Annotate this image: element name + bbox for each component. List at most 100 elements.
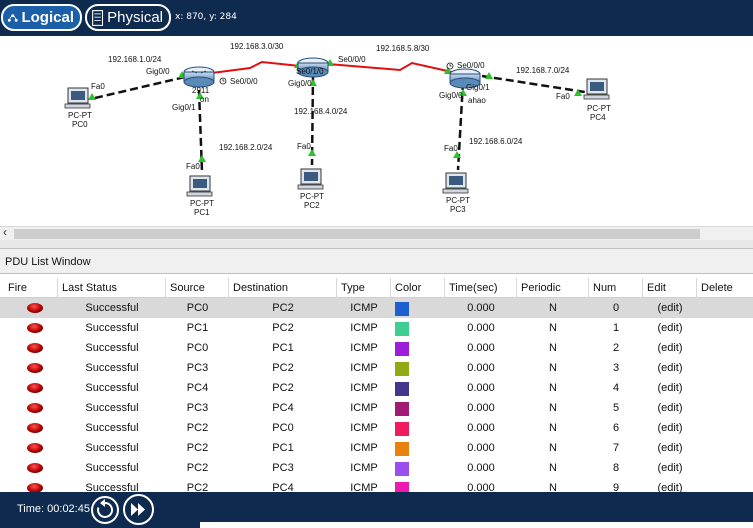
row-periodic: N: [549, 462, 557, 474]
column-header-periodic[interactable]: Periodic: [517, 278, 589, 298]
pc-type-label: PC-PT: [300, 192, 324, 201]
pc-icon[interactable]: [583, 78, 610, 100]
pc-name-label: PC4: [590, 113, 606, 122]
fire-button-icon[interactable]: [27, 383, 43, 393]
fast-forward-button[interactable]: [123, 494, 154, 525]
router-model-label: 2911: [192, 86, 210, 95]
interface-label: Gig0/1: [466, 83, 490, 92]
row-edit-link[interactable]: (edit): [643, 378, 697, 398]
column-header-destination[interactable]: Destination: [229, 278, 337, 298]
row-edit-link[interactable]: (edit): [643, 458, 697, 478]
color-swatch: [395, 322, 409, 336]
pc-icon[interactable]: [64, 87, 91, 109]
fire-button-icon[interactable]: [27, 403, 43, 413]
table-row[interactable]: Successful PC0 PC2 ICMP 0.000 N 0 (edit): [0, 298, 753, 318]
table-row[interactable]: Successful PC3 PC4 ICMP 0.000 N 5 (edit): [0, 398, 753, 418]
fire-button-icon[interactable]: [27, 343, 43, 353]
table-row[interactable]: Successful PC2 PC0 ICMP 0.000 N 6 (edit): [0, 418, 753, 438]
panel-divider[interactable]: [0, 240, 753, 248]
row-edit-link[interactable]: (edit): [643, 298, 697, 318]
pc-name-label: PC0: [72, 120, 88, 129]
row-type: ICMP: [350, 302, 378, 314]
row-destination: PC3: [272, 462, 294, 474]
row-source: PC2: [186, 422, 209, 434]
link-pc0-r1[interactable]: [94, 75, 186, 100]
row-num: 5: [612, 402, 620, 414]
scroll-left-icon[interactable]: ‹: [3, 225, 7, 239]
row-edit-link[interactable]: (edit): [643, 318, 697, 338]
column-header-type[interactable]: Type: [337, 278, 391, 298]
row-edit-link[interactable]: (edit): [643, 478, 697, 492]
reset-simulation-button[interactable]: [91, 496, 119, 524]
row-edit-link[interactable]: (edit): [643, 438, 697, 458]
link-up-indicator: [198, 155, 206, 162]
table-row[interactable]: Successful PC1 PC2 ICMP 0.000 N 1 (edit): [0, 318, 753, 338]
mode-toolbar: Logical Physical x: 870, y: 284: [0, 0, 753, 36]
row-source: PC4: [186, 382, 209, 394]
row-last-status: Successful: [85, 362, 139, 374]
logical-workspace[interactable]: 192.168.1.0/24 192.168.3.0/30 192.168.5.…: [0, 36, 753, 226]
table-row[interactable]: Successful PC3 PC2 ICMP 0.000 N 3 (edit): [0, 358, 753, 378]
table-header: Fire Last Status Source Destination Type…: [0, 278, 753, 298]
color-swatch: [395, 482, 409, 492]
pc-icon[interactable]: [442, 172, 469, 194]
column-header-source[interactable]: Source: [166, 278, 229, 298]
column-header-time[interactable]: Time(sec): [445, 278, 517, 298]
column-header-color[interactable]: Color: [391, 278, 445, 298]
topology-canvas[interactable]: 192.168.1.0/24 192.168.3.0/30 192.168.5.…: [0, 36, 753, 226]
column-header-num[interactable]: Num: [589, 278, 643, 298]
row-num: 7: [612, 442, 620, 454]
row-type: ICMP: [350, 482, 378, 492]
row-time: 0.000: [467, 482, 495, 492]
row-destination: PC1: [272, 342, 294, 354]
table-row[interactable]: Successful PC2 PC1 ICMP 0.000 N 7 (edit): [0, 438, 753, 458]
row-edit-link[interactable]: (edit): [643, 358, 697, 378]
table-row[interactable]: Successful PC2 PC4 ICMP 0.000 N 9 (edit): [0, 478, 753, 492]
physical-view-button[interactable]: Physical: [85, 4, 171, 31]
bottom-strip: [200, 522, 753, 528]
pdu-list-window-title: PDU List Window: [0, 248, 753, 274]
table-row[interactable]: Successful PC0 PC1 ICMP 0.000 N 2 (edit): [0, 338, 753, 358]
row-time: 0.000: [467, 442, 495, 454]
scrollbar-thumb[interactable]: [14, 229, 700, 239]
row-destination: PC2: [272, 322, 294, 334]
interface-label: Fa0: [186, 162, 200, 171]
interface-label: Se0/1/0: [296, 67, 324, 76]
row-edit-link[interactable]: (edit): [643, 338, 697, 358]
fire-button-icon[interactable]: [27, 363, 43, 373]
network-label: 192.168.2.0/24: [219, 143, 273, 152]
logical-view-button[interactable]: Logical: [1, 4, 82, 31]
table-row[interactable]: Successful PC4 PC2 ICMP 0.000 N 4 (edit): [0, 378, 753, 398]
column-header-last-status[interactable]: Last Status: [58, 278, 166, 298]
row-periodic: N: [549, 402, 557, 414]
column-header-fire[interactable]: Fire: [4, 278, 58, 298]
workspace-horizontal-scrollbar[interactable]: ‹: [0, 225, 753, 240]
pc-icon[interactable]: [186, 175, 213, 197]
row-source: PC2: [186, 462, 209, 474]
fire-button-icon[interactable]: [27, 443, 43, 453]
fire-button-icon[interactable]: [27, 323, 43, 333]
row-periodic: N: [549, 422, 557, 434]
fire-button-icon[interactable]: [27, 463, 43, 473]
row-edit-link[interactable]: (edit): [643, 418, 697, 438]
row-type: ICMP: [350, 362, 378, 374]
pc-name-label: PC3: [450, 205, 466, 214]
row-time: 0.000: [467, 402, 495, 414]
logical-label: Logical: [21, 9, 74, 26]
link-r3-pc4[interactable]: [481, 74, 586, 94]
fire-button-icon[interactable]: [27, 303, 43, 313]
column-header-delete[interactable]: Delete: [697, 278, 753, 298]
link-r2-r3-serial[interactable]: [327, 61, 453, 73]
pc-icon[interactable]: [297, 168, 324, 190]
router-icon[interactable]: [183, 66, 215, 88]
table-row[interactable]: Successful PC2 PC3 ICMP 0.000 N 8 (edit): [0, 458, 753, 478]
row-edit-link[interactable]: (edit): [643, 398, 697, 418]
row-source: PC1: [186, 322, 209, 334]
column-header-edit[interactable]: Edit: [643, 278, 697, 298]
row-periodic: N: [549, 302, 557, 314]
row-source: PC0: [186, 302, 209, 314]
link-r1-r2-serial[interactable]: [211, 60, 301, 74]
fire-button-icon[interactable]: [27, 423, 43, 433]
fire-button-icon[interactable]: [27, 483, 43, 492]
row-time: 0.000: [467, 362, 495, 374]
